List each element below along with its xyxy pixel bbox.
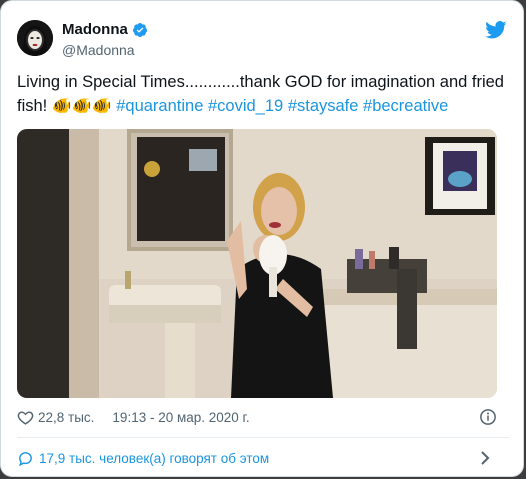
- avatar[interactable]: [17, 20, 53, 56]
- divider: [17, 437, 509, 438]
- like-button[interactable]: 22,8 тыс.: [17, 409, 94, 426]
- twitter-bird-icon[interactable]: [485, 21, 507, 39]
- author-name-row[interactable]: Madonna: [62, 21, 148, 38]
- video-thumbnail[interactable]: [17, 129, 497, 398]
- conversation-label[interactable]: 17,9 тыс. человек(а) говорят об этом: [39, 451, 269, 466]
- heart-icon[interactable]: [17, 409, 34, 426]
- tweet-timestamp[interactable]: 19:13 - 20 мар. 2020 г.: [112, 410, 249, 425]
- conversation-link[interactable]: 17,9 тыс. человек(а) говорят об этом: [17, 447, 497, 469]
- hashtag-covid-19[interactable]: #covid_19: [208, 97, 283, 115]
- chevron-right-icon[interactable]: [478, 450, 497, 469]
- comment-icon: [19, 451, 32, 466]
- tweet-text: Living in Special Times............thank…: [17, 70, 507, 119]
- verified-badge-icon: [132, 22, 148, 38]
- fish-emoji: 🐠🐠🐠: [51, 98, 112, 115]
- hashtag-staysafe[interactable]: #staysafe: [288, 97, 359, 115]
- tweet-meta: 22,8 тыс. 19:13 - 20 мар. 2020 г.: [17, 406, 497, 428]
- author-handle[interactable]: @Madonna: [62, 42, 135, 58]
- author-name[interactable]: Madonna: [62, 21, 128, 38]
- info-icon[interactable]: [479, 408, 497, 429]
- hashtag-becreative[interactable]: #becreative: [363, 97, 448, 115]
- tweet-card: Madonna @Madonna Living in Special Times…: [0, 0, 524, 477]
- like-count: 22,8 тыс.: [38, 409, 95, 425]
- hashtag-quarantine[interactable]: #quarantine: [116, 97, 203, 115]
